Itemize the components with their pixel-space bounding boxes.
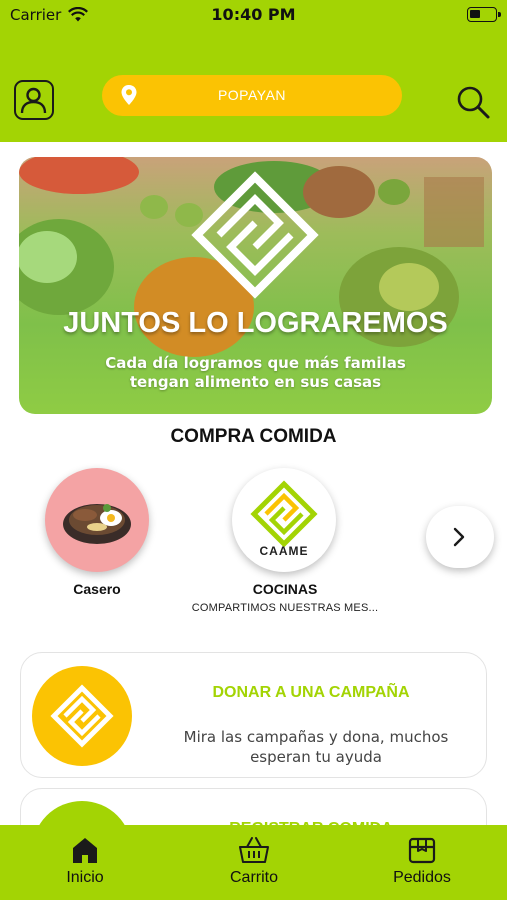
category-casero[interactable] — [45, 468, 149, 572]
person-icon — [20, 87, 47, 114]
basket-icon — [239, 837, 269, 863]
donate-logo-icon — [32, 666, 132, 766]
box-icon — [408, 837, 436, 864]
card-title: DONAR A UNA CAMPAÑA — [212, 684, 410, 701]
bottom-tab-bar: Inicio Carrito Pedidos — [0, 825, 507, 900]
category-cocinas[interactable]: CAAME — [232, 468, 336, 572]
tab-label: Carrito — [229, 869, 278, 886]
status-time: 10:40 PM — [211, 5, 296, 24]
category-label: COCINAS — [252, 581, 318, 597]
hero-banner[interactable]: JUNTOS LO LOGRAREMOS Cada día logramos q… — [19, 157, 492, 414]
profile-button[interactable] — [14, 80, 54, 120]
search-icon — [457, 86, 490, 119]
tab-inicio[interactable]: Inicio — [20, 825, 150, 900]
tab-label: Pedidos — [393, 869, 451, 886]
food-plate-image — [63, 504, 131, 544]
next-category-button[interactable] — [426, 506, 494, 568]
banner-subtitle: Cada día logramos que más familas tengan… — [105, 354, 406, 391]
category-label: Casero — [73, 581, 121, 597]
app-header: Carrier 10:40 PM POPAYAN — [0, 0, 507, 142]
location-label: POPAYAN — [217, 87, 287, 103]
status-bar: Carrier 10:40 PM — [0, 0, 507, 32]
home-icon — [73, 838, 97, 863]
card-description: Mira las campañas y dona, muchos esperan… — [183, 728, 449, 766]
tab-label: Inicio — [66, 869, 104, 886]
tab-pedidos[interactable]: Pedidos — [357, 825, 487, 900]
caame-logo-text: CAAME — [259, 544, 309, 558]
category-subtitle: COMPARTIMOS NUESTRAS MES... — [191, 602, 379, 614]
tab-carrito[interactable]: Carrito — [189, 825, 319, 900]
donate-campaign-card[interactable]: DONAR A UNA CAMPAÑA Mira las campañas y … — [20, 652, 487, 778]
chevron-right-icon — [453, 527, 465, 547]
location-selector[interactable]: POPAYAN — [102, 75, 402, 116]
search-button[interactable] — [453, 82, 493, 122]
banner-title: JUNTOS LO LOGRAREMOS — [63, 307, 448, 339]
battery-icon — [467, 7, 501, 22]
section-title: COMPRA COMIDA — [170, 426, 337, 447]
